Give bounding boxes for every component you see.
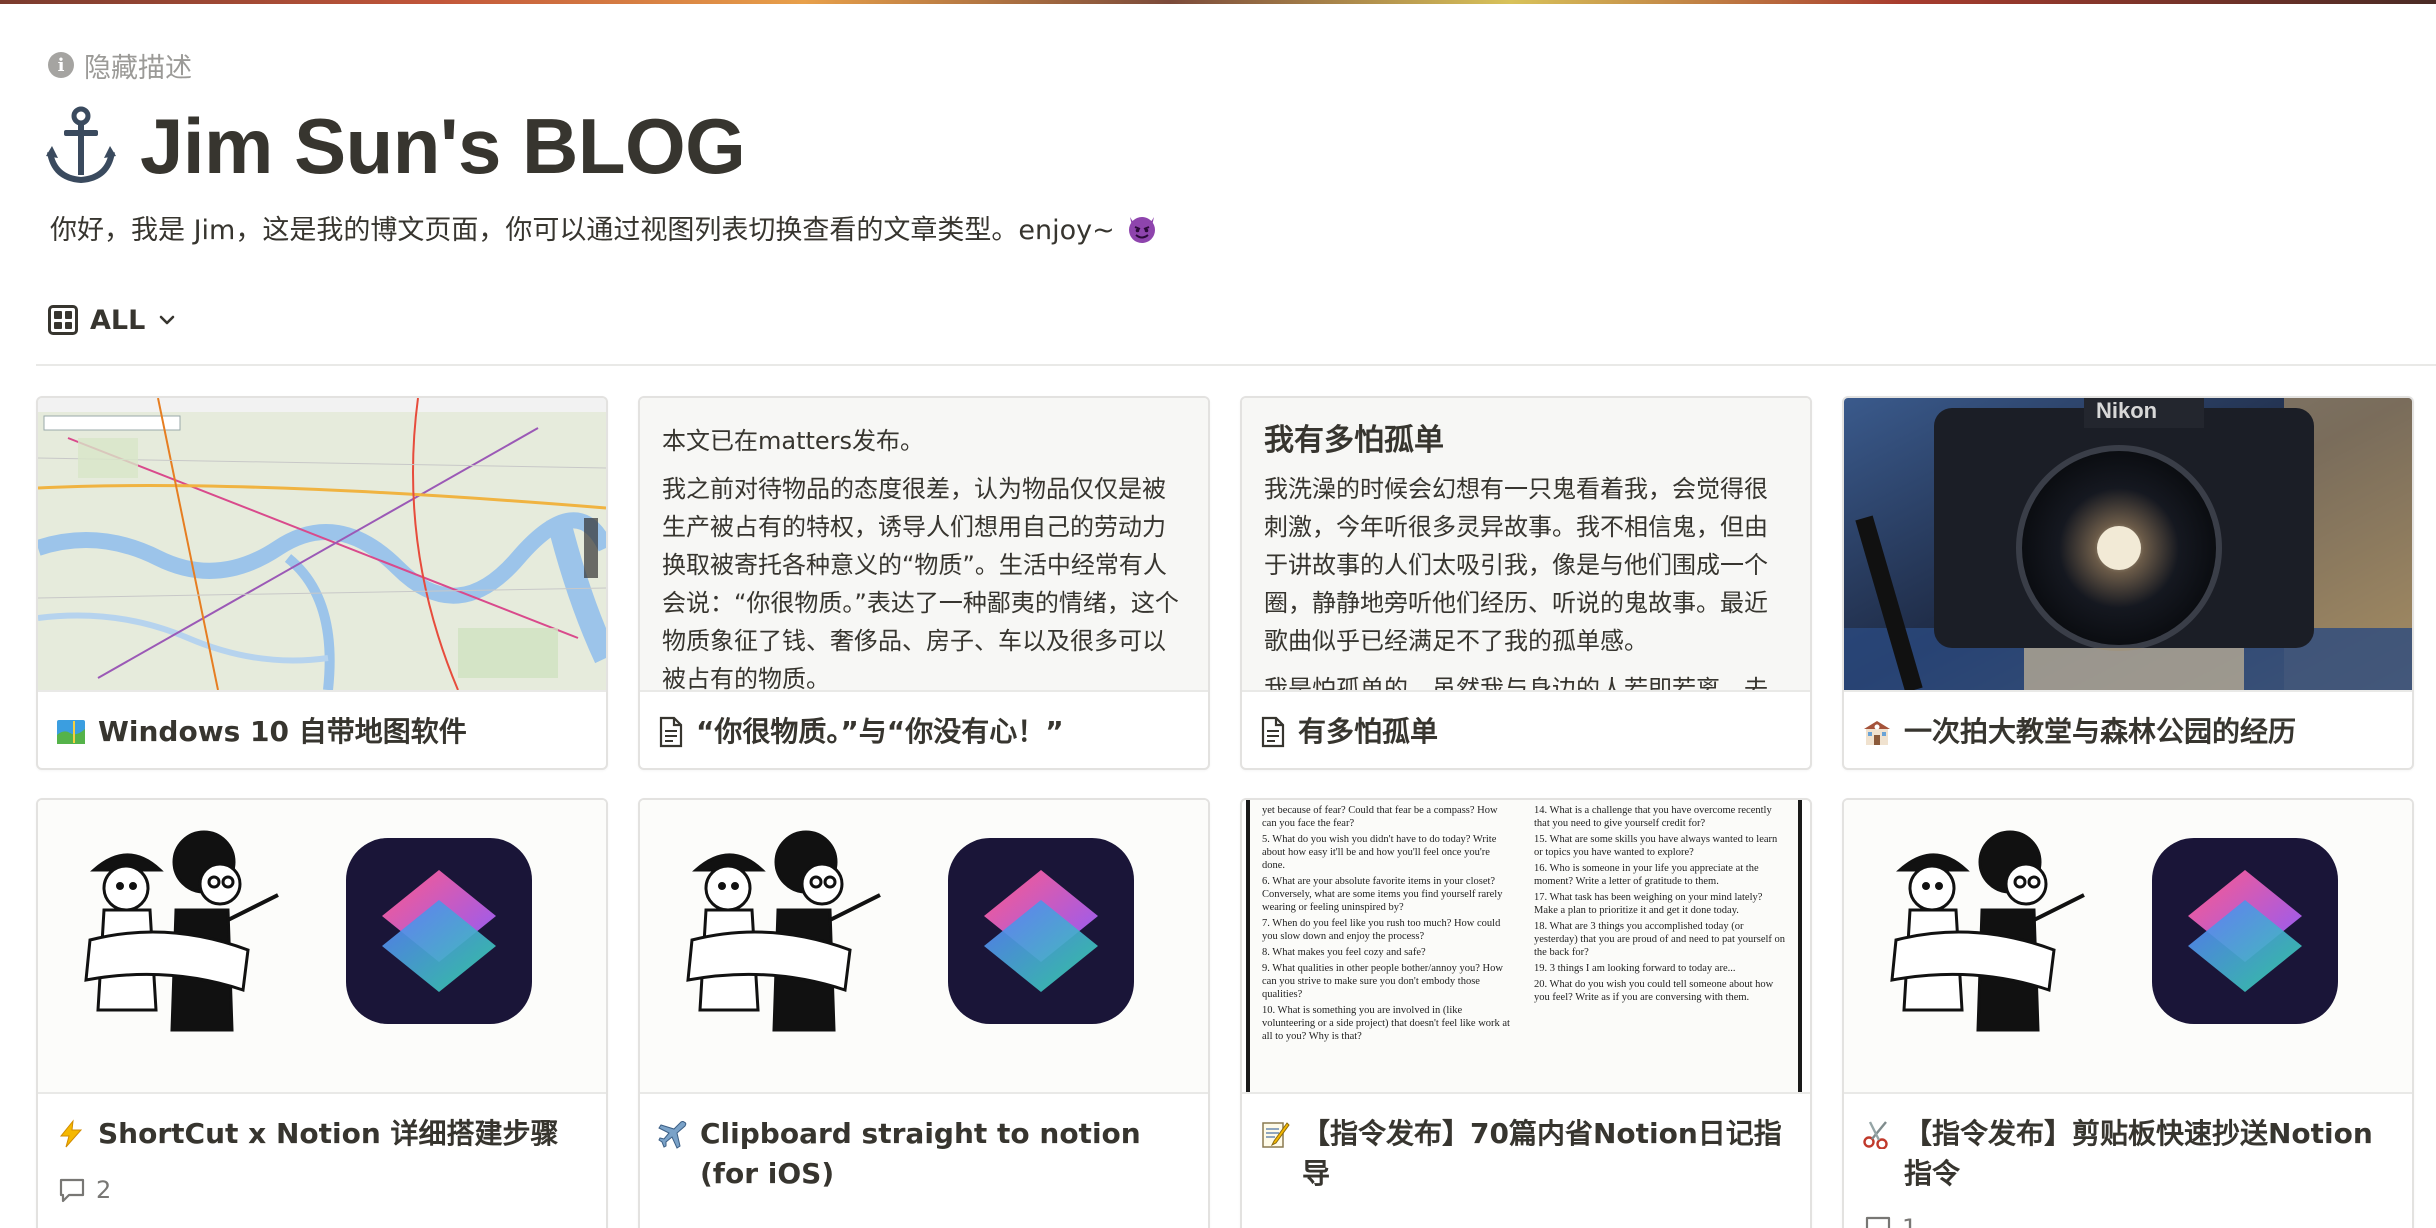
journal-line: 9. What qualities in other people bother… [1262,963,1503,1000]
card-title[interactable]: ShortCut x Notion 详细搭建步骤 [56,1114,592,1154]
preview-heading: 我有多怕孤单 [1264,423,1444,458]
journal-line: 20. What do you wish you could tell some… [1534,979,1774,1003]
journal-line: 15. What are some skills you have always… [1534,834,1778,858]
preview-paragraph: 本文已在matters发布。 [662,427,925,455]
card-divider [640,690,1208,692]
comment-count-text: 2 [96,1176,112,1204]
gallery-card[interactable]: ShortCut x Notion 详细搭建步骤 2 [36,798,608,1228]
page-title-text: Jim Sun's BLOG [140,101,746,190]
hide-description-label: 隐藏描述 [84,52,192,84]
comment-count[interactable]: 1 [1864,1214,1917,1228]
comment-icon [59,1178,85,1203]
card-divider [38,1092,606,1094]
card-title[interactable]: Clipboard straight to notion (for iOS) [658,1114,1194,1194]
card-divider [1242,1092,1810,1094]
preview-paragraph: 我之前对待物品的态度很差，认为物品仅仅是被生产被占有的特权，诱导人们想用自己的劳… [662,475,1179,690]
card-cover-camera-photo: Nikon [1844,398,2412,690]
chevron-down-icon [160,315,175,325]
comment-count[interactable]: 2 [58,1176,111,1204]
lightning-emoji-icon [59,1119,83,1148]
journal-column-left: yet because of fear? Could that fear be … [1262,804,1514,1088]
card-title-text: “你很物质。”与“你没有心！” [696,715,1064,748]
camera-brand-label: Nikon [2096,398,2157,423]
memo-emoji-icon [1262,1122,1290,1148]
view-label: ALL [90,304,146,336]
card-cover-map [38,398,606,690]
anchor-icon[interactable] [44,106,118,186]
card-cover-shortcut-art [640,800,1208,1092]
gallery-card[interactable]: 本文已在matters发布。 我之前对待物品的态度很差，认为物品仅仅是被生产被占… [638,396,1210,770]
journal-line: 16. Who is someone in your life you appr… [1534,863,1759,887]
card-divider [38,690,606,692]
card-title-text: 【指令发布】剪贴板快速抄送Notion指令 [1904,1117,2373,1190]
card-divider [640,1092,1208,1094]
document-icon [659,716,683,748]
view-divider [36,364,2436,366]
card-divider [1844,1092,2412,1094]
card-cover-journal-prompts: yet because of fear? Could that fear be … [1242,800,1810,1092]
shortcuts-app-icon [948,838,1134,1024]
gallery-card[interactable]: Clipboard straight to notion (for iOS) [638,798,1210,1228]
card-text-preview: 本文已在matters发布。 我之前对待物品的态度很差，认为物品仅仅是被生产被占… [640,398,1208,690]
journal-line: 14. What is a challenge that you have ov… [1534,805,1772,829]
card-title[interactable]: 有多怕孤单 [1260,712,1796,752]
card-divider [1844,690,2412,692]
card-divider [1242,690,1810,692]
journal-line: 6. What are your absolute favorite items… [1262,876,1503,913]
page-title[interactable]: Jim Sun's BLOG [44,98,746,194]
journal-column-right: 14. What is a challenge that you have ov… [1534,804,1786,1088]
journal-line: yet because of fear? Could that fear be … [1262,805,1498,829]
journal-line: 10. What is something you are involved i… [1262,1005,1510,1042]
journal-line: 8. What makes you feel cozy and safe? [1262,947,1426,958]
page-description[interactable]: 你好，我是 Jim，这是我的博文页面，你可以通过视图列表切换查看的文章类型。en… [50,208,1159,247]
hide-description-button[interactable]: i 隐藏描述 [48,48,192,84]
card-cover-shortcut-art [1844,800,2412,1092]
airplane-emoji-icon [658,1121,687,1149]
card-title[interactable]: 【指令发布】70篇内省Notion日记指导 [1260,1114,1796,1194]
gallery-card[interactable]: Nikon 一次拍大教堂与森林公园的经历 [1842,396,2414,770]
journal-line: 5. What do you wish you didn't have to d… [1262,834,1497,871]
page-cover[interactable] [0,0,2436,4]
journal-line: 19. 3 things I am looking forward to tod… [1534,963,1736,974]
gallery-card[interactable]: Windows 10 自带地图软件 [36,396,608,770]
card-title-text: ShortCut x Notion 详细搭建步骤 [98,1117,559,1150]
shortcuts-app-icon [346,838,532,1024]
card-title-text: Clipboard straight to notion (for iOS) [700,1117,1141,1190]
school-emoji-icon [1864,721,1890,745]
card-text-preview: 我有多怕孤单 我洗澡的时候会幻想有一只鬼看着我，会觉得很刺激，今年听很多灵异故事… [1242,398,1810,690]
gallery-card[interactable]: yet because of fear? Could that fear be … [1240,798,1812,1228]
card-title[interactable]: 【指令发布】剪贴板快速抄送Notion指令 [1862,1114,2398,1194]
preview-paragraph: 我洗澡的时候会幻想有一只鬼看着我，会觉得很刺激，今年听很多灵异故事。我不相信鬼，… [1264,475,1768,655]
card-title-text: 一次拍大教堂与森林公园的经历 [1904,715,2297,748]
card-title-text: 有多怕孤单 [1298,715,1439,748]
journal-line: 17. What task has been weighing on your … [1534,892,1763,916]
gallery-view-icon [48,305,78,335]
document-icon [1261,716,1285,748]
shortcuts-app-icon [2152,838,2338,1024]
card-title[interactable]: “你很物质。”与“你没有心！” [658,712,1194,752]
card-title-text: 【指令发布】70篇内省Notion日记指导 [1302,1117,1782,1190]
comment-count-text: 1 [1902,1214,1918,1228]
journal-line: 18. What are 3 things you accomplished t… [1534,921,1786,958]
card-title[interactable]: Windows 10 自带地图软件 [56,712,592,752]
card-title[interactable]: 一次拍大教堂与森林公园的经历 [1862,712,2398,752]
journal-line: 7. When do you feel like you rush too mu… [1262,918,1501,942]
info-icon: i [48,52,74,78]
page-description-text: 你好，我是 Jim，这是我的博文页面，你可以通过视图列表切换查看的文章类型。en… [50,215,1115,246]
gallery-card[interactable]: 我有多怕孤单 我洗澡的时候会幻想有一只鬼看着我，会觉得很刺激，今年听很多灵异故事… [1240,396,1812,770]
comment-icon [1865,1216,1891,1228]
card-title-text: Windows 10 自带地图软件 [98,715,467,748]
card-cover-shortcut-art [38,800,606,1092]
map-emoji-icon [57,720,85,744]
devil-emoji-icon [1128,216,1155,243]
gallery-card[interactable]: 【指令发布】剪贴板快速抄送Notion指令 1 [1842,798,2414,1228]
view-switcher[interactable]: ALL [48,300,177,340]
scissors-emoji-icon [1863,1121,1888,1149]
preview-paragraph: 我是怕孤单的，虽然我与身边的人若即若离。去网 [1264,675,1768,690]
